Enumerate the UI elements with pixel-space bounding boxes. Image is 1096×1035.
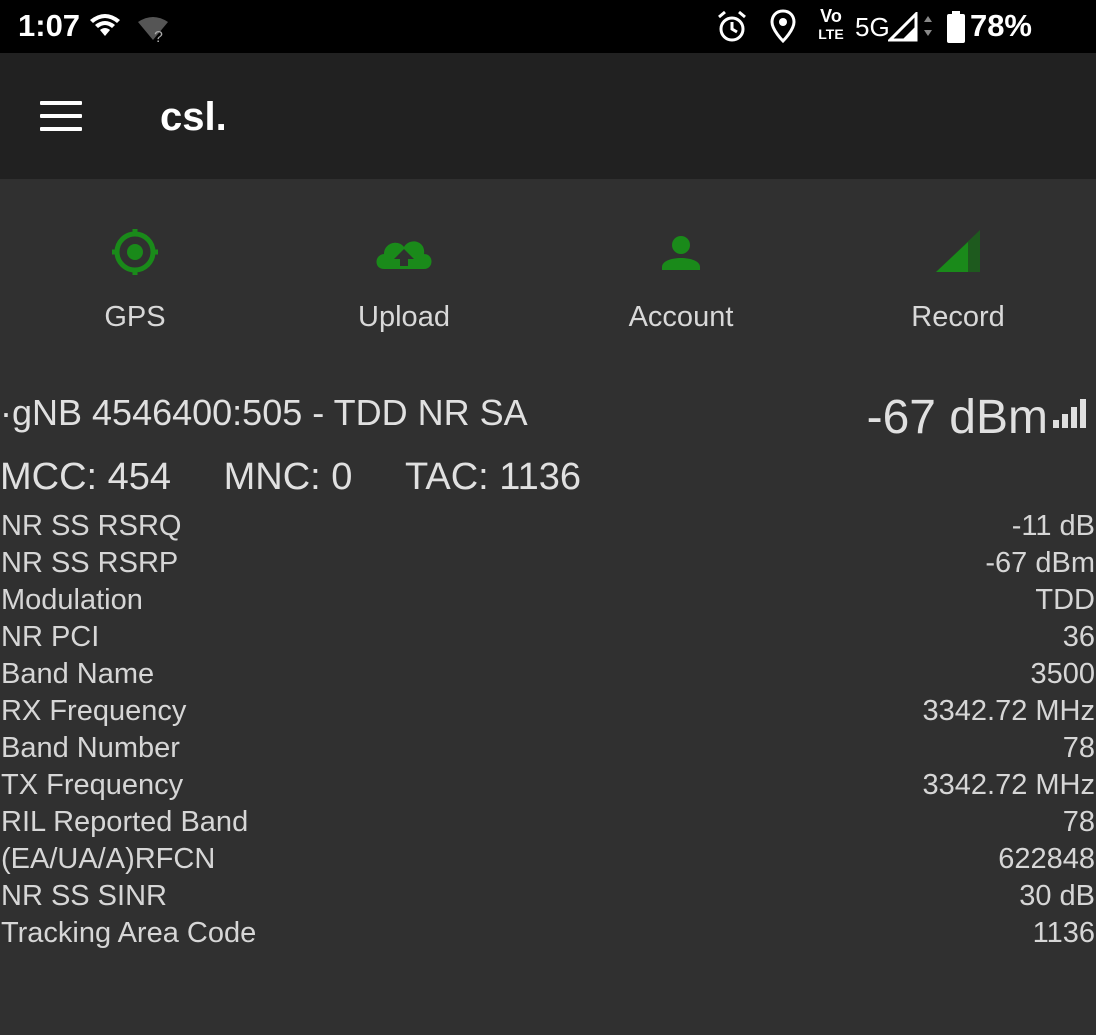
hamburger-menu-icon[interactable]	[30, 89, 94, 145]
record-button[interactable]: Record	[848, 215, 1068, 345]
detail-value: 622848	[998, 843, 1095, 875]
signal-bars-icon	[1053, 399, 1086, 428]
detail-key: (EA/UA/A)RFCN	[1, 843, 216, 875]
detail-key: Band Number	[1, 732, 180, 764]
detail-value: 78	[1062, 732, 1095, 764]
cloud-upload-icon	[376, 241, 432, 269]
detail-key: NR SS RSRQ	[1, 510, 182, 542]
account-icon	[662, 236, 700, 270]
detail-value: 30 dB	[1019, 880, 1095, 912]
location-icon	[770, 9, 796, 43]
cell-title: ·gNB 4546400:505 - TDD NR SA	[0, 392, 528, 433]
detail-row: Tracking Area Code 1136	[0, 915, 1096, 952]
cell-signal-icon	[888, 12, 932, 42]
account-button[interactable]: Account	[571, 215, 791, 345]
detail-key: RX Frequency	[1, 695, 187, 727]
battery-icon	[947, 11, 965, 43]
detail-row: (EA/UA/A)RFCN 622848	[0, 841, 1096, 878]
alarm-icon	[718, 10, 746, 42]
app-bar: csl.	[0, 53, 1096, 179]
wifi-icon: ?	[90, 14, 168, 46]
upload-button[interactable]: Upload	[294, 215, 514, 345]
detail-row: NR SS RSRP -67 dBm	[0, 545, 1096, 582]
detail-key: Tracking Area Code	[1, 917, 257, 949]
mcc-value: MCC: 454	[0, 456, 172, 498]
svg-text:?: ?	[154, 29, 163, 46]
detail-key: NR SS RSRP	[1, 547, 179, 579]
status-bar: 1:07 ? Vo LTE 5G 78%	[0, 0, 1096, 53]
gps-target-icon	[112, 229, 158, 275]
network-type-label: 5G	[855, 12, 890, 42]
detail-row: NR PCI 36	[0, 619, 1096, 656]
detail-value: 3342.72 MHz	[922, 769, 1096, 801]
detail-key: RIL Reported Band	[1, 806, 249, 838]
detail-value: 3342.72 MHz	[922, 695, 1096, 727]
gps-button[interactable]: GPS	[25, 215, 245, 345]
record-label: Record	[911, 301, 1005, 333]
app-title: csl.	[160, 95, 227, 139]
detail-row: RX Frequency 3342.72 MHz	[0, 693, 1096, 730]
detail-value: -67 dBm	[985, 547, 1095, 579]
detail-value: TDD	[1035, 584, 1095, 616]
cell-signal-strength: -67 dBm	[866, 391, 1048, 444]
cell-details-list: NR SS RSRQ -11 dB NR SS RSRP -67 dBm Modul…	[0, 508, 1096, 952]
signal-triangle-icon	[936, 230, 980, 272]
detail-value: 1136	[1032, 917, 1095, 949]
detail-row: Modulation TDD	[0, 582, 1096, 619]
detail-row: Band Name 3500	[0, 656, 1096, 693]
battery-percent: 78%	[969, 8, 1032, 43]
detail-key: NR SS SINR	[1, 880, 167, 912]
detail-key: Band Name	[1, 658, 155, 690]
detail-value: 78	[1062, 806, 1095, 838]
detail-row: NR SS RSRQ -11 dB	[0, 508, 1096, 545]
detail-value: 36	[1062, 621, 1095, 653]
detail-key: Modulation	[1, 584, 143, 616]
detail-row: RIL Reported Band 78	[0, 804, 1096, 841]
cell-identifiers: MCC: 454 MNC: 0 TAC: 1136	[0, 456, 581, 499]
detail-row: Band Number 78	[0, 730, 1096, 767]
detail-value: 3500	[1030, 658, 1095, 690]
detail-row: NR SS SINR 30 dB	[0, 878, 1096, 915]
mnc-value: MNC: 0	[223, 456, 353, 498]
volte-icon: Vo LTE	[818, 6, 844, 42]
upload-label: Upload	[358, 301, 450, 333]
tac-value: TAC: 1136	[404, 456, 581, 498]
detail-key: TX Frequency	[1, 769, 184, 801]
status-time: 1:07	[18, 8, 81, 43]
detail-value: -11 dB	[1011, 510, 1095, 542]
account-label: Account	[628, 301, 734, 333]
detail-row: TX Frequency 3342.72 MHz	[0, 767, 1096, 804]
gps-label: GPS	[104, 301, 166, 333]
detail-key: NR PCI	[1, 621, 100, 653]
